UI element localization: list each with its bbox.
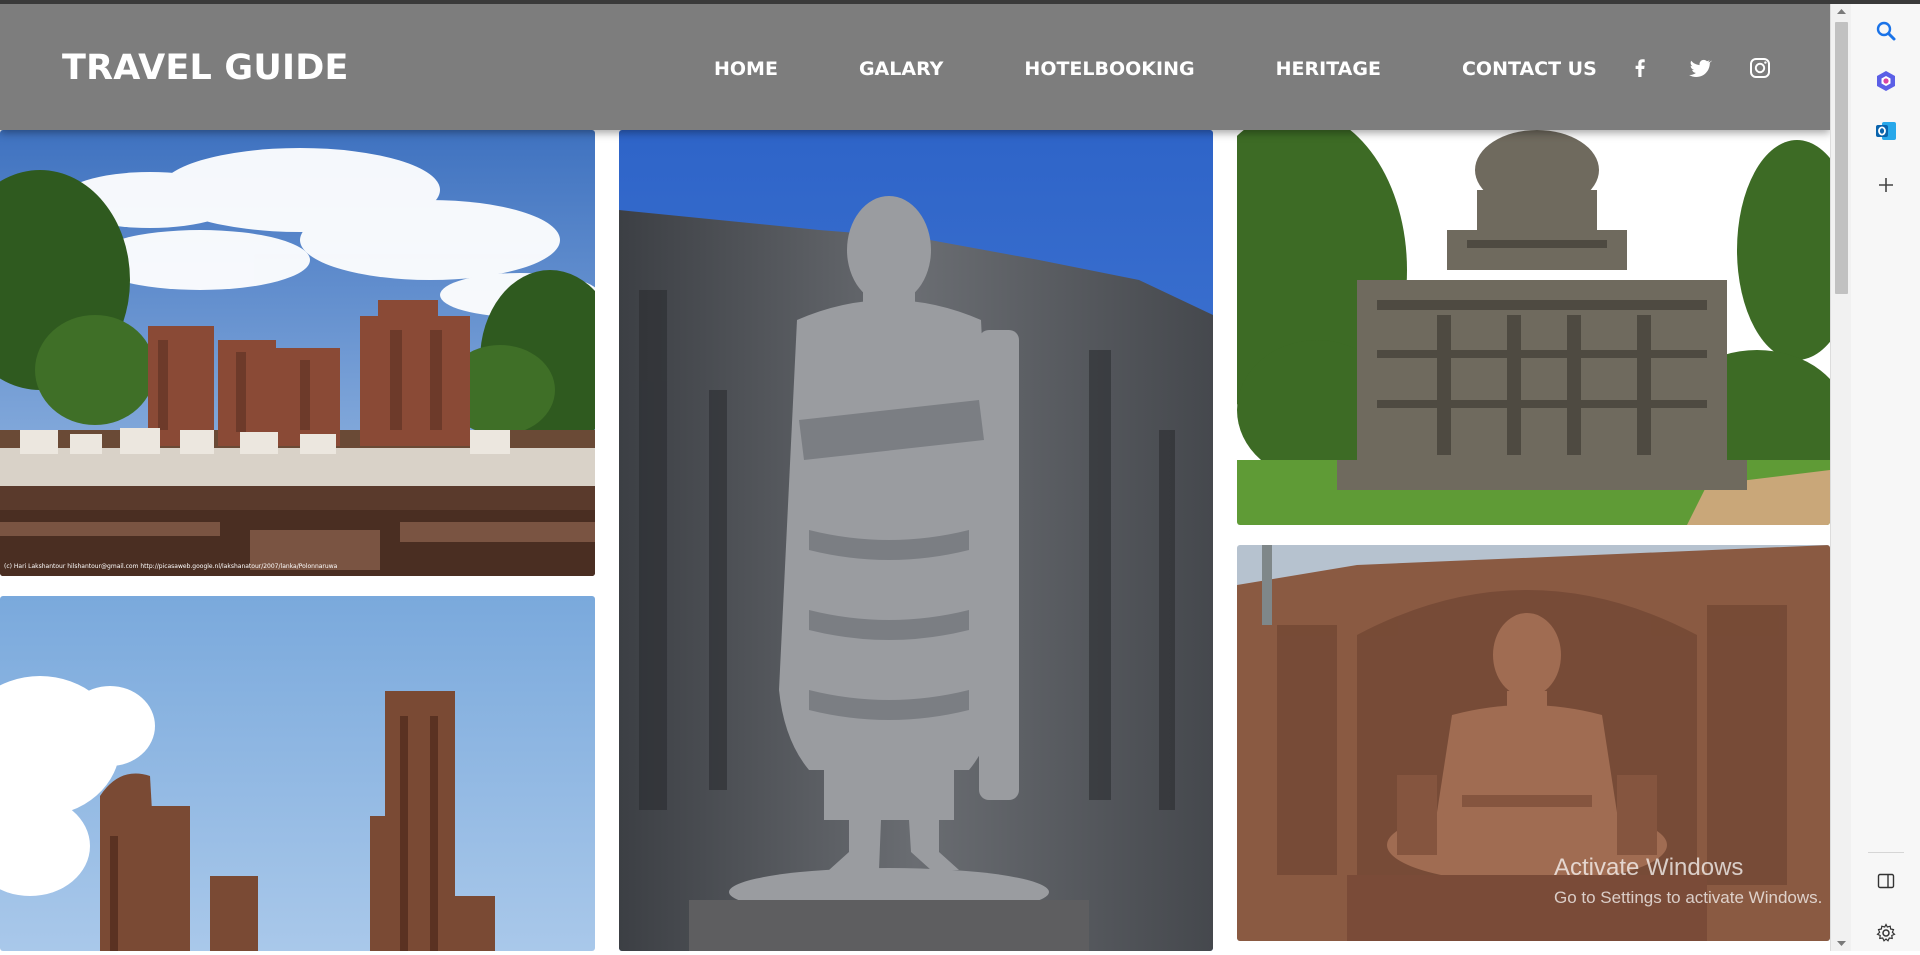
photo-caption: (c) Hari Lakshantour hilshantour@gmail.c… bbox=[4, 563, 338, 570]
page-viewport: TRAVEL GUIDE HOME GALARY HOTELBOOKING HE… bbox=[0, 4, 1830, 951]
main-nav: HOME GALARY HOTELBOOKING HERITAGE CONTAC… bbox=[714, 58, 1597, 80]
brand-title[interactable]: TRAVEL GUIDE bbox=[62, 48, 349, 88]
copilot-icon[interactable] bbox=[1871, 66, 1901, 96]
outlook-icon[interactable] bbox=[1871, 116, 1901, 146]
palace-ruins-image: (c) Hari Lakshantour hilshantour@gmail.c… bbox=[0, 130, 595, 576]
brick-ruins-image bbox=[0, 596, 595, 951]
browser-sidebar bbox=[1851, 4, 1920, 951]
instagram-icon[interactable] bbox=[1748, 56, 1772, 80]
gallery-photo-standing-buddha[interactable] bbox=[619, 130, 1213, 951]
scroll-down-arrow-icon[interactable] bbox=[1831, 935, 1852, 951]
twitter-icon[interactable] bbox=[1688, 56, 1713, 80]
scroll-thumb[interactable] bbox=[1835, 22, 1848, 294]
stone-shrine-image bbox=[1237, 130, 1830, 525]
gallery-photo-stone-shrine[interactable] bbox=[1237, 130, 1830, 525]
search-icon[interactable] bbox=[1871, 16, 1901, 46]
navbar: TRAVEL GUIDE HOME GALARY HOTELBOOKING HE… bbox=[0, 4, 1830, 130]
sidebar-toggle-icon[interactable] bbox=[1871, 866, 1901, 896]
scroll-up-arrow-icon[interactable] bbox=[1831, 4, 1852, 20]
nav-contact-us[interactable]: CONTACT US bbox=[1462, 58, 1597, 80]
facebook-icon[interactable] bbox=[1628, 56, 1652, 80]
standing-buddha-image bbox=[619, 130, 1213, 951]
gallery-photo-brick-ruins[interactable] bbox=[0, 596, 595, 951]
nav-hotelbooking[interactable]: HOTELBOOKING bbox=[1024, 58, 1194, 80]
social-links bbox=[1628, 56, 1772, 80]
sidebar-divider bbox=[1868, 852, 1904, 853]
gallery-photo-palace-ruins[interactable]: (c) Hari Lakshantour hilshantour@gmail.c… bbox=[0, 130, 595, 576]
nav-heritage[interactable]: HERITAGE bbox=[1276, 58, 1381, 80]
seated-buddha-image bbox=[1237, 545, 1830, 941]
page-scrollbar[interactable] bbox=[1830, 4, 1852, 951]
nav-home[interactable]: HOME bbox=[714, 58, 778, 80]
gallery-photo-seated-buddha[interactable] bbox=[1237, 545, 1830, 941]
add-icon[interactable] bbox=[1871, 170, 1901, 200]
settings-icon[interactable] bbox=[1871, 918, 1901, 948]
nav-galary[interactable]: GALARY bbox=[859, 58, 943, 80]
